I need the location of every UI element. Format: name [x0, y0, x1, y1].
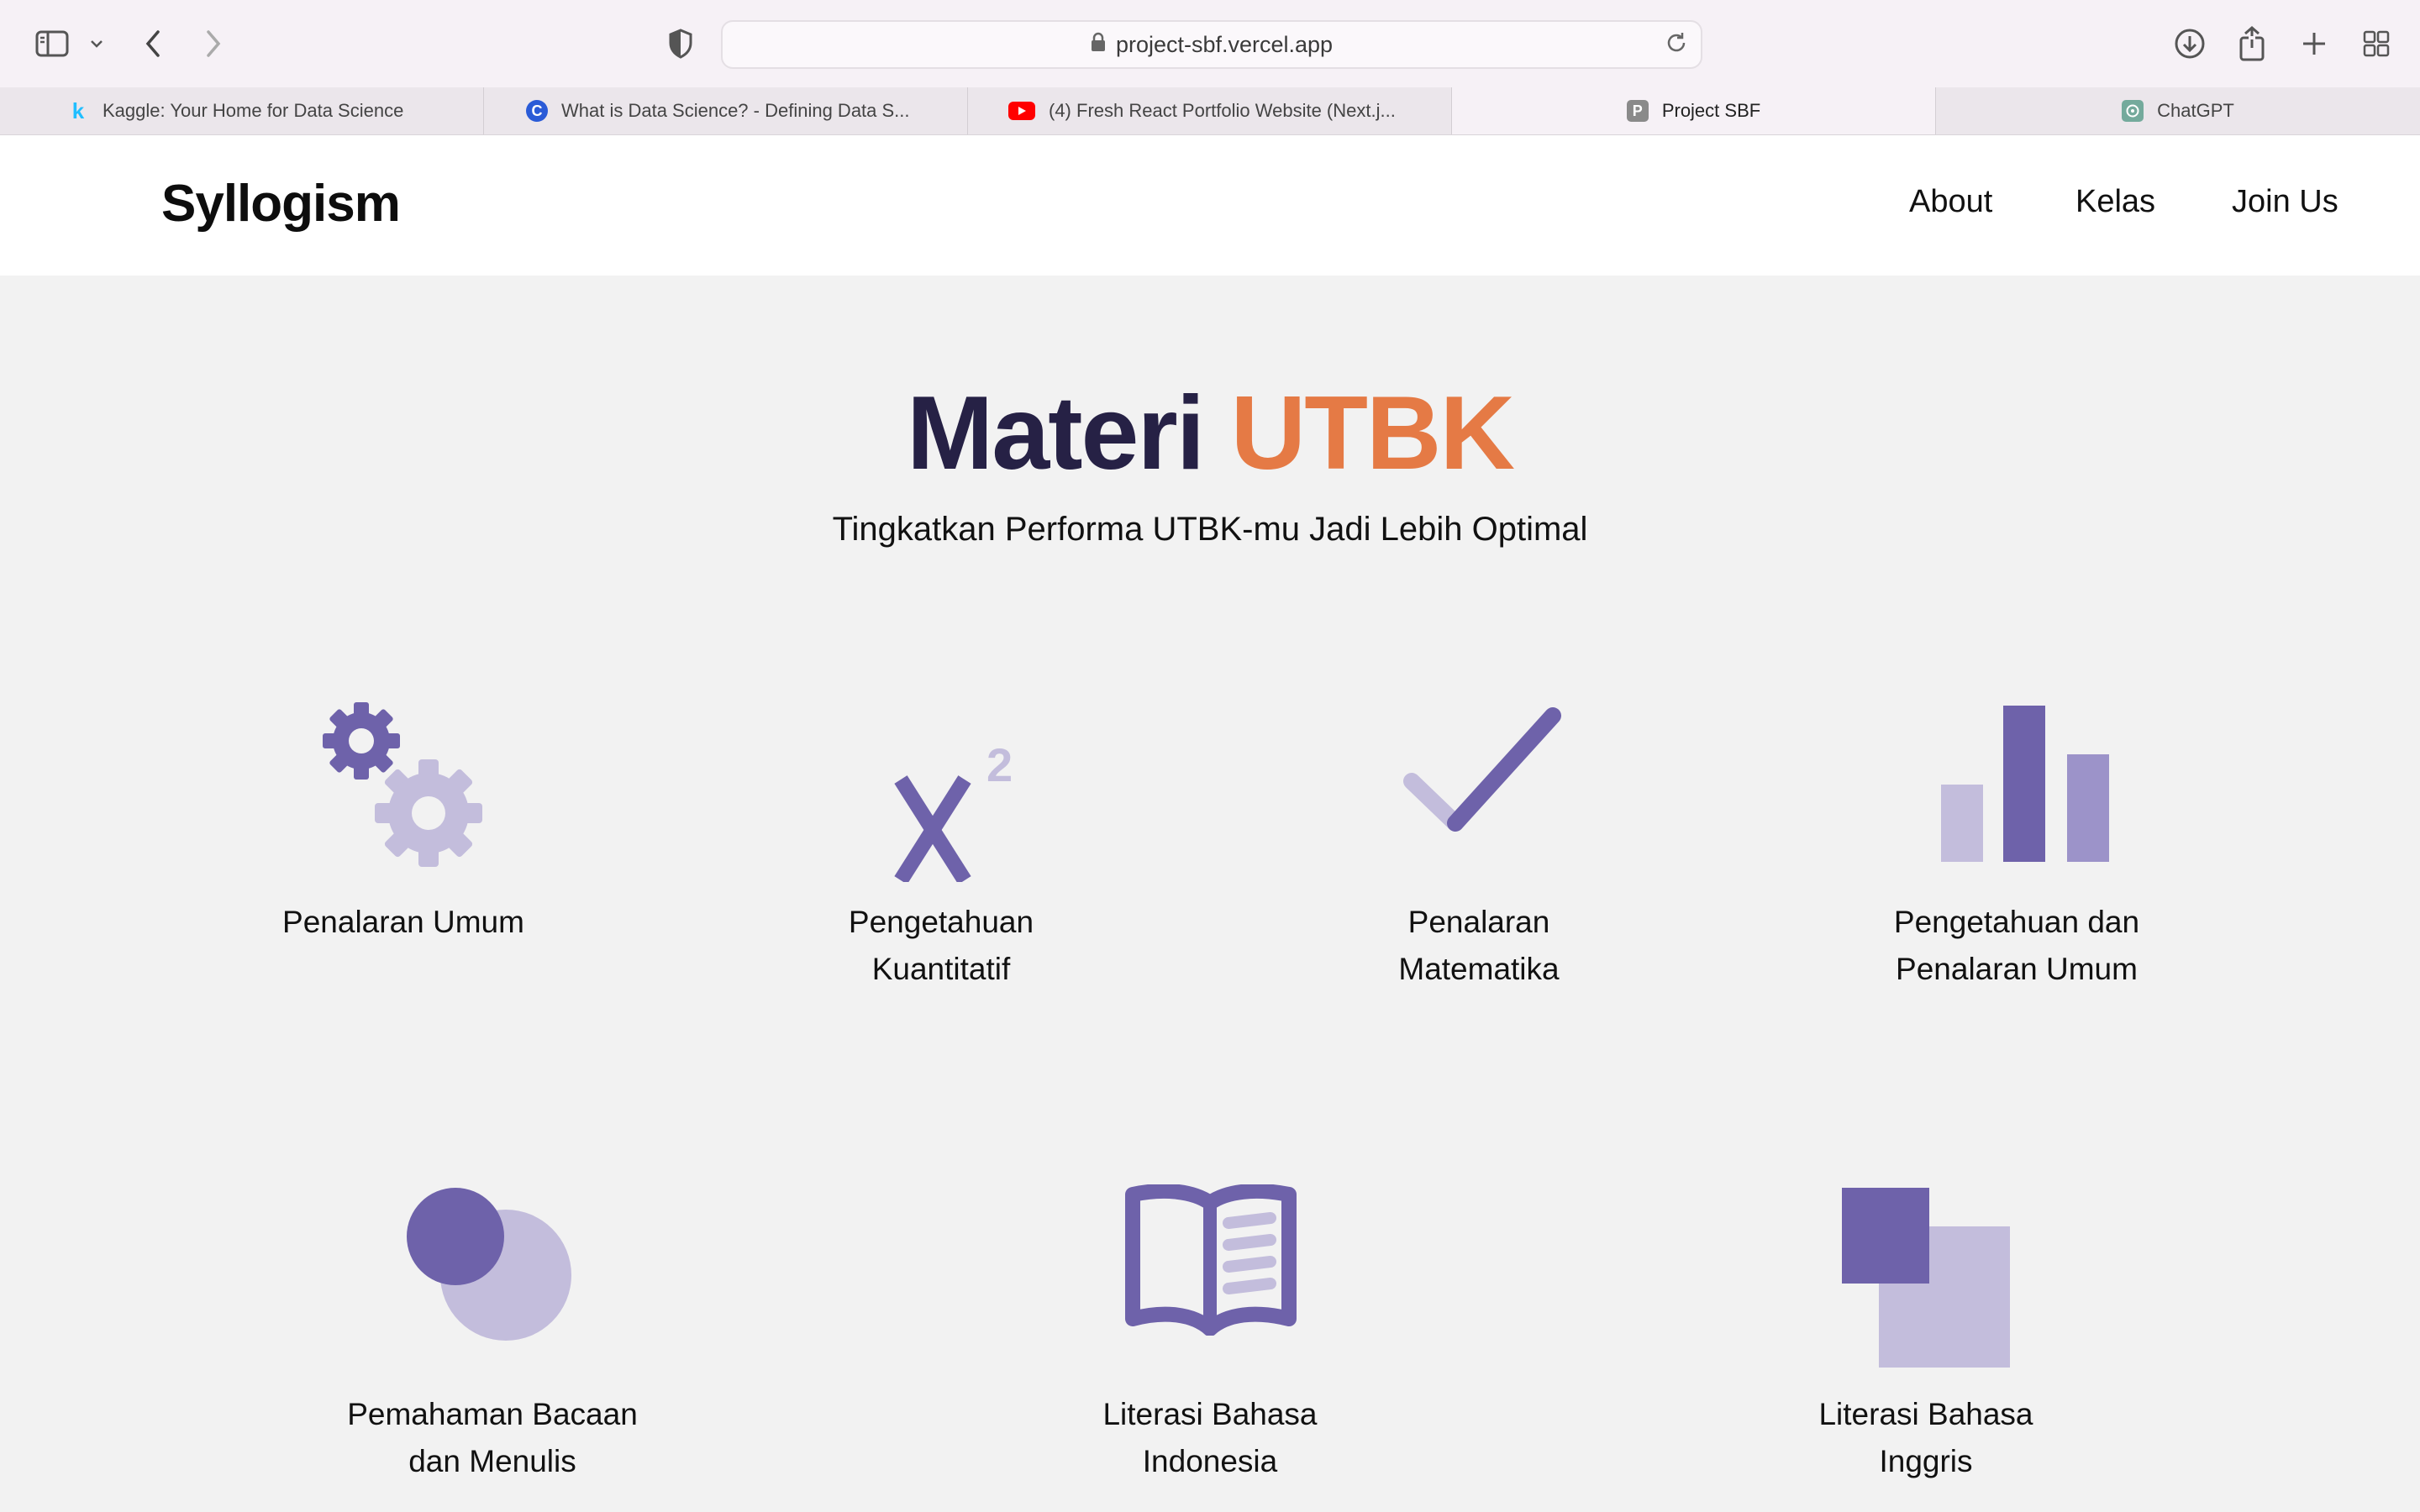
tab-title: Project SBF [1661, 100, 1761, 121]
card-pengetahuan-kuantitatif[interactable]: 2 Pengetahuan Kuantitatif [756, 697, 1126, 1000]
lock-icon [1091, 32, 1106, 58]
card-label: Penalaran Matematika [1398, 905, 1560, 986]
page-title: Materi UTBK [0, 375, 2420, 492]
card-label: Pemahaman Bacaan dan Menulis [347, 1397, 638, 1478]
card-literasi-indonesia[interactable]: Literasi Bahasa Indonesia [1025, 1183, 1395, 1487]
download-icon[interactable] [2171, 25, 2208, 62]
site-logo[interactable]: Syllogism [161, 174, 401, 234]
tab-title: Kaggle: Your Home for Data Science [103, 100, 404, 121]
back-icon[interactable] [138, 25, 168, 62]
new-tab-icon[interactable] [2296, 25, 2333, 62]
bar-chart-icon [1933, 697, 2109, 869]
tab-kaggle[interactable]: k Kaggle: Your Home for Data Science [0, 87, 484, 134]
book-icon [1123, 1183, 1299, 1340]
nav-kelas[interactable]: Kelas [2075, 184, 2155, 220]
tab-youtube[interactable]: (4) Fresh React Portfolio Website (Next.… [968, 87, 1452, 134]
x-squared-icon: 2 [891, 731, 1025, 886]
gears-icon [321, 697, 489, 878]
page-subtitle: Tingkatkan Performa UTBK-mu Jadi Lebih O… [832, 511, 1588, 548]
card-label: Literasi Bahasa Inggris [1818, 1397, 2033, 1478]
tab-chatgpt[interactable]: ChatGPT [1936, 87, 2420, 134]
site-header: Syllogism About Kelas Join Us [0, 135, 2420, 276]
card-label: Penalaran Umum [282, 905, 524, 939]
card-label: Pengetahuan Kuantitatif [848, 905, 1034, 986]
card-penalaran-umum[interactable]: Penalaran Umum [218, 697, 588, 949]
card-pemahaman-bacaan[interactable]: Pemahaman Bacaan dan Menulis [308, 1184, 677, 1487]
card-literasi-inggris[interactable]: Literasi Bahasa Inggris [1741, 1184, 2111, 1487]
card-penalaran-matematika[interactable]: Penalaran Matematika [1294, 697, 1664, 1000]
card-label: Literasi Bahasa Indonesia [1102, 1397, 1318, 1478]
youtube-icon [1008, 102, 1035, 120]
nav-about[interactable]: About [1909, 184, 1992, 220]
svg-text:2: 2 [986, 738, 1013, 791]
squares-icon [1842, 1188, 2018, 1377]
tab-coursera[interactable]: C What is Data Science? - Defining Data … [484, 87, 968, 134]
card-label: Pengetahuan dan Penalaran Umum [1893, 905, 2140, 986]
address-bar[interactable]: project-sbf.vercel.app [721, 20, 1702, 69]
url-text: project-sbf.vercel.app [1115, 31, 1334, 57]
title-materi: Materi [906, 375, 1205, 491]
chevron-down-icon[interactable] [84, 25, 109, 62]
checkmark-icon [1397, 697, 1573, 853]
forward-icon[interactable] [198, 25, 229, 62]
title-utbk: UTBK [1230, 375, 1515, 491]
project-p-icon: P [1626, 100, 1649, 122]
share-icon[interactable] [2233, 25, 2270, 62]
tab-overview-icon[interactable] [2358, 25, 2395, 62]
tab-project-sbf[interactable]: P Project SBF [1452, 87, 1936, 134]
chatgpt-icon [2122, 100, 2144, 122]
browser-toolbar: project-sbf.vercel.app [0, 0, 2420, 88]
circles-icon [400, 1184, 585, 1357]
privacy-shield-icon[interactable] [664, 25, 697, 62]
reload-icon[interactable] [1664, 30, 1689, 61]
nav-join-us[interactable]: Join Us [2232, 184, 2338, 220]
tab-title: (4) Fresh React Portfolio Website (Next.… [1049, 100, 1396, 121]
coursera-icon: C [526, 100, 548, 122]
tab-title: What is Data Science? - Defining Data S.… [561, 100, 910, 121]
kaggle-icon: k [71, 97, 85, 123]
sidebar-toggle-icon[interactable] [32, 25, 72, 62]
card-pengetahuan-penalaran-umum[interactable]: Pengetahuan dan Penalaran Umum [1832, 697, 2202, 1000]
tab-bar: k Kaggle: Your Home for Data Science C W… [0, 87, 2420, 135]
tab-title: ChatGPT [2157, 100, 2234, 121]
